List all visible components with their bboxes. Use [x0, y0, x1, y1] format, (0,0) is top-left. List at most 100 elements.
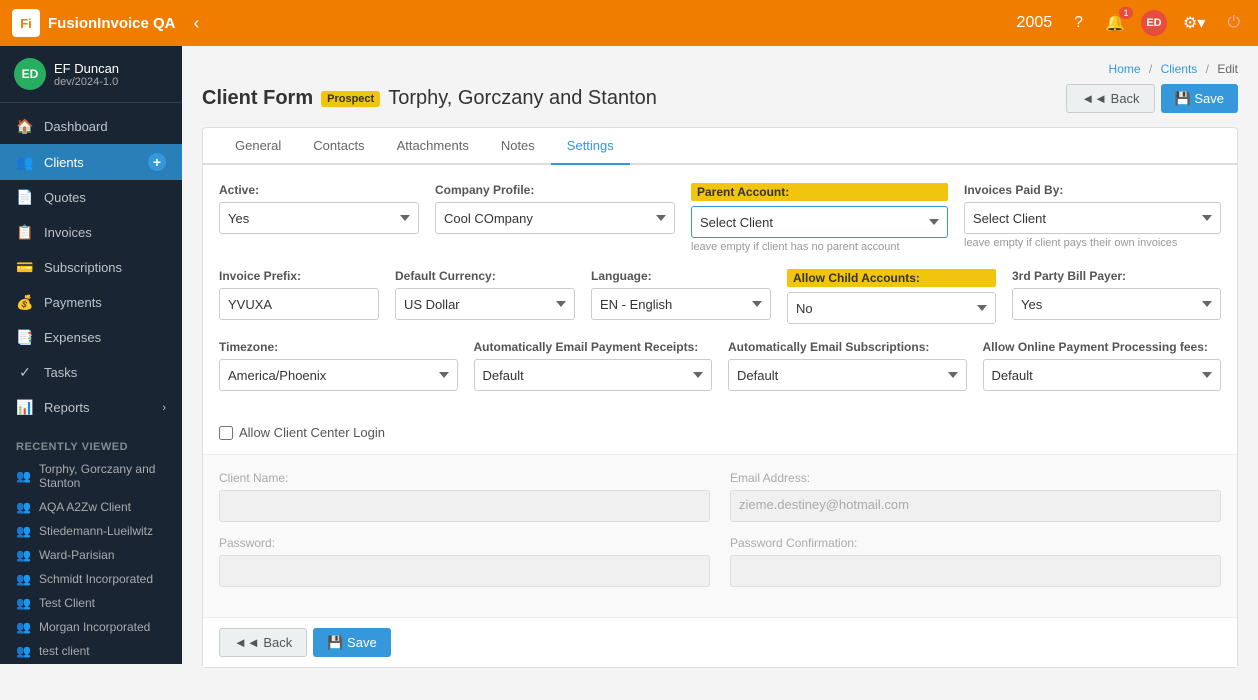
form-row-1: Active: Yes No Company Profile: Cool COm…	[219, 183, 1221, 253]
main-content: Home / Clients / Edit Client Form Prospe…	[182, 46, 1258, 700]
help-btn[interactable]: ?	[1068, 10, 1089, 36]
breadcrumb-clients[interactable]: Clients	[1161, 62, 1198, 76]
parent-account-group: Parent Account: Select Client leave empt…	[691, 183, 948, 253]
user-code-btn[interactable]: 2005	[1011, 10, 1059, 36]
recent-item[interactable]: 👥 Morgan Incorporated	[0, 615, 182, 639]
tasks-icon: ✓	[16, 364, 34, 381]
auto-email-payment-group: Automatically Email Payment Receipts: De…	[474, 340, 713, 391]
recent-item[interactable]: 👥 AQA A2Zw Client	[0, 495, 182, 519]
sidebar-user-avatar: ED	[14, 58, 46, 90]
recent-items-list: 👥 Torphy, Gorczany and Stanton 👥 AQA A2Z…	[0, 457, 182, 664]
auto-email-subscriptions-select[interactable]: Default	[728, 359, 967, 391]
allow-child-accounts-label: Allow Child Accounts:	[787, 269, 996, 287]
client-center-login-section: Allow Client Center Login	[203, 425, 1237, 454]
sidebar-item-dashboard[interactable]: 🏠 Dashboard	[0, 109, 182, 144]
password-confirmation-input[interactable]	[730, 555, 1221, 587]
power-btn[interactable]: ⏻	[1221, 10, 1246, 36]
tab-general[interactable]: General	[219, 128, 297, 165]
recent-item[interactable]: 👥 Ward-Parisian	[0, 543, 182, 567]
client-name-input[interactable]	[219, 490, 710, 522]
sidebar-user-name: EF Duncan	[54, 61, 119, 76]
breadcrumb-home[interactable]: Home	[1109, 62, 1141, 76]
client-name-group: Client Name:	[219, 471, 710, 522]
save-button[interactable]: 💾 Save	[1161, 84, 1238, 113]
user-avatar: ED	[1141, 10, 1167, 36]
sidebar-item-label: Dashboard	[44, 119, 166, 134]
recent-item[interactable]: 👥 Torphy, Gorczany and Stanton	[0, 457, 182, 495]
login-form-section: Client Name: Email Address: zieme.destin…	[203, 454, 1237, 617]
recent-item-label: AQA A2Zw Client	[39, 500, 131, 514]
company-profile-select[interactable]: Cool COmpany	[435, 202, 675, 234]
settings-form-content: Active: Yes No Company Profile: Cool COm…	[203, 165, 1237, 425]
company-profile-group: Company Profile: Cool COmpany	[435, 183, 675, 234]
invoices-paid-by-label: Invoices Paid By:	[964, 183, 1221, 197]
footer-save-button[interactable]: 💾 Save	[313, 628, 390, 657]
sidebar-item-subscriptions[interactable]: 💳 Subscriptions	[0, 250, 182, 285]
sidebar-item-quotes[interactable]: 📄 Quotes	[0, 180, 182, 215]
timezone-group: Timezone: America/Phoenix	[219, 340, 458, 391]
expenses-icon: 📑	[16, 329, 34, 346]
invoices-paid-by-select[interactable]: Select Client	[964, 202, 1221, 234]
third-party-bill-payer-group: 3rd Party Bill Payer: Yes No	[1012, 269, 1221, 320]
sidebar-item-payments[interactable]: 💰 Payments	[0, 285, 182, 320]
password-confirmation-label: Password Confirmation:	[730, 536, 1221, 550]
quotes-icon: 📄	[16, 189, 34, 206]
sidebar-item-reports[interactable]: 📊 Reports ›	[0, 390, 182, 425]
sidebar-item-label: Subscriptions	[44, 260, 166, 275]
language-select[interactable]: EN - English	[591, 288, 771, 320]
tab-settings[interactable]: Settings	[551, 128, 630, 165]
timezone-select[interactable]: America/Phoenix	[219, 359, 458, 391]
sidebar-item-clients[interactable]: 👥 Clients +	[0, 144, 182, 180]
tab-attachments[interactable]: Attachments	[381, 128, 485, 165]
sidebar-item-expenses[interactable]: 📑 Expenses	[0, 320, 182, 355]
allow-child-accounts-select[interactable]: No Yes	[787, 292, 996, 324]
recent-item-icon: 👥	[16, 548, 31, 562]
invoices-paid-by-hint: leave empty if client pays their own inv…	[964, 237, 1221, 249]
default-currency-select[interactable]: US Dollar	[395, 288, 575, 320]
sidebar-toggle[interactable]: ‹	[194, 13, 200, 34]
active-select[interactable]: Yes No	[219, 202, 419, 234]
login-form-row-1: Client Name: Email Address: zieme.destin…	[219, 471, 1221, 522]
recent-item[interactable]: 👥 test client	[0, 639, 182, 663]
client-name-in-title: Torphy, Gorczany and Stanton	[388, 87, 657, 110]
invoice-prefix-input[interactable]	[219, 288, 379, 320]
recent-item[interactable]: 👥 Schmidt Incorporated	[0, 567, 182, 591]
allow-online-payment-select[interactable]: Default	[983, 359, 1222, 391]
login-form-row-2: Password: Password Confirmation:	[219, 536, 1221, 587]
third-party-bill-payer-label: 3rd Party Bill Payer:	[1012, 269, 1221, 283]
settings-btn[interactable]: ⚙▾	[1177, 9, 1211, 37]
recent-item[interactable]: 👥 Stiedemann-Lueilwitz	[0, 519, 182, 543]
form-row-2: Invoice Prefix: Default Currency: US Dol…	[219, 269, 1221, 324]
breadcrumb-sep: /	[1149, 62, 1152, 76]
back-button[interactable]: ◄◄ Back	[1066, 84, 1154, 113]
allow-client-center-login-checkbox[interactable]	[219, 426, 233, 440]
password-input[interactable]	[219, 555, 710, 587]
sidebar-item-label: Tasks	[44, 365, 166, 380]
sidebar-item-invoices[interactable]: 📋 Invoices	[0, 215, 182, 250]
auto-email-subscriptions-label: Automatically Email Subscriptions:	[728, 340, 967, 354]
invoices-icon: 📋	[16, 224, 34, 241]
sidebar: ED EF Duncan dev/2024-1.0 🏠 Dashboard 👥 …	[0, 46, 182, 664]
parent-account-select[interactable]: Select Client	[691, 206, 948, 238]
prospect-badge: Prospect	[321, 91, 380, 107]
recently-viewed-label: Recently Viewed	[0, 431, 182, 457]
breadcrumb-current: Edit	[1217, 62, 1238, 76]
auto-email-payment-select[interactable]: Default	[474, 359, 713, 391]
notifications-btn[interactable]: 🔔 1	[1099, 9, 1131, 37]
add-client-icon[interactable]: +	[148, 153, 166, 171]
payments-icon: 💰	[16, 294, 34, 311]
tab-notes[interactable]: Notes	[485, 128, 551, 165]
sidebar-item-tasks[interactable]: ✓ Tasks	[0, 355, 182, 390]
navbar-right: 2005 ? 🔔 1 ED ⚙▾ ⏻	[1011, 9, 1246, 37]
footer-back-button[interactable]: ◄◄ Back	[219, 628, 307, 657]
recent-item-label: Test Client	[39, 596, 95, 610]
third-party-bill-payer-select[interactable]: Yes No	[1012, 288, 1221, 320]
navbar: Fi FusionInvoice QA ‹ 2005 ? 🔔 1 ED ⚙▾ ⏻	[0, 0, 1258, 46]
default-currency-label: Default Currency:	[395, 269, 575, 283]
recent-item-icon: 👥	[16, 524, 31, 538]
allow-client-center-login-label[interactable]: Allow Client Center Login	[219, 425, 1221, 440]
recent-item[interactable]: 👥 Test Client	[0, 591, 182, 615]
auto-email-payment-label: Automatically Email Payment Receipts:	[474, 340, 713, 354]
tab-contacts[interactable]: Contacts	[297, 128, 380, 165]
breadcrumb: Home / Clients / Edit	[202, 62, 1238, 76]
